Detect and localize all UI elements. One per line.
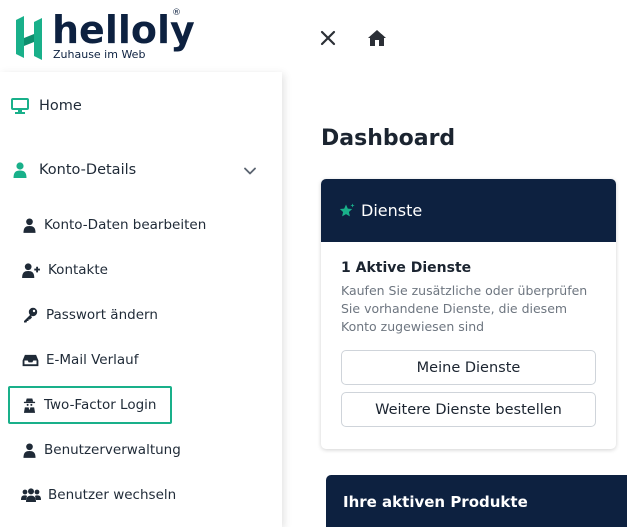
users-icon [20, 486, 42, 504]
sidebar-item-email-verlauf[interactable]: E-Mail Verlauf [20, 351, 139, 369]
page-title: Dashboard [321, 126, 456, 151]
user-icon [20, 216, 38, 234]
sidebar-item-kontakte[interactable]: Kontakte [20, 261, 108, 279]
sidebar-item-benutzerverwaltung[interactable]: Benutzerverwaltung [20, 441, 181, 459]
services-card: Dienste 1 Aktive Dienste Kaufen Sie zusä… [321, 179, 616, 449]
sidebar: Home Konto-Details Konto-Daten bearbeite… [0, 72, 282, 527]
active-products-card: Ihre aktiven Produkte [326, 475, 627, 527]
sidebar-item-label: Benutzerverwaltung [44, 442, 181, 458]
brand-logo[interactable]: helloly ® Zuhause im Web [12, 8, 195, 64]
sidebar-item-konto-daten[interactable]: Konto-Daten bearbeiten [20, 216, 206, 234]
my-services-button[interactable]: Meine Dienste [341, 350, 596, 385]
sidebar-item-label: E-Mail Verlauf [46, 352, 139, 368]
user-plus-icon [20, 261, 42, 279]
sidebar-item-konto-details[interactable]: Konto-Details [10, 161, 136, 179]
active-services-count: 1 Aktive Dienste [341, 260, 472, 276]
sidebar-item-label: Home [39, 98, 82, 114]
sidebar-item-label: Kontakte [48, 262, 108, 278]
home-button[interactable] [364, 25, 390, 51]
user-icon [20, 441, 38, 459]
monitor-icon [10, 97, 30, 115]
key-icon [20, 306, 40, 324]
close-icon [320, 30, 336, 46]
sidebar-item-label: Benutzer wechseln [48, 487, 177, 503]
chevron-down-icon[interactable] [243, 164, 257, 178]
sidebar-item-passwort[interactable]: Passwort ändern [20, 306, 158, 324]
order-more-services-button[interactable]: Weitere Dienste bestellen [341, 392, 596, 427]
sidebar-item-benutzer-wechseln[interactable]: Benutzer wechseln [20, 486, 176, 504]
sidebar-item-two-factor-login[interactable]: Two-Factor Login [20, 396, 156, 414]
brand-tagline: Zuhause im Web [53, 48, 146, 61]
home-icon [368, 30, 386, 46]
star-icon [339, 203, 355, 219]
sidebar-item-label: Konto-Details [39, 162, 137, 178]
services-card-header: Dienste [321, 179, 616, 242]
services-description: Kaufen Sie zusätzliche oder überprüfen S… [341, 283, 588, 334]
sidebar-item-label: Konto-Daten bearbeiten [44, 217, 207, 233]
user-secret-icon [20, 396, 38, 414]
registered-mark: ® [172, 8, 181, 18]
sidebar-item-label: Two-Factor Login [44, 397, 157, 413]
user-icon [10, 161, 30, 179]
close-button[interactable] [315, 25, 341, 51]
sidebar-item-home[interactable]: Home [10, 97, 82, 115]
active-products-title: Ihre aktiven Produkte [343, 493, 528, 511]
services-card-title: Dienste [361, 201, 423, 220]
helloly-logo-mark-icon [16, 16, 42, 60]
sidebar-item-label: Passwort ändern [46, 307, 158, 323]
inbox-icon [20, 351, 40, 369]
